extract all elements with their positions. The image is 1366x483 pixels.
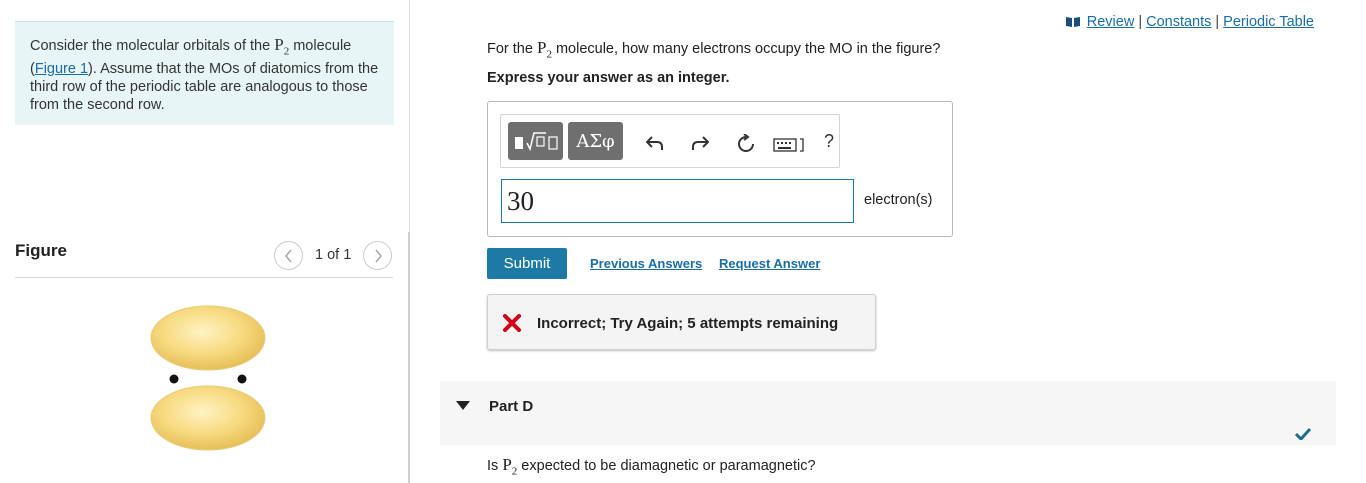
part-d-question-before: Is bbox=[487, 458, 503, 474]
part-d-header[interactable]: Part D bbox=[440, 381, 1336, 445]
intro-text-after: molecule bbox=[289, 38, 352, 54]
figure-pager-text: 1 of 1 bbox=[315, 247, 352, 263]
figure-title: Figure bbox=[15, 241, 67, 260]
figure-link[interactable]: Figure 1 bbox=[35, 61, 88, 77]
caret-down-icon bbox=[456, 401, 470, 410]
redo-icon[interactable] bbox=[691, 135, 709, 151]
resource-links: Review | Constants | Periodic Table bbox=[1065, 14, 1314, 30]
part-d-question: Is P2 expected to be diamagnetic or para… bbox=[487, 455, 816, 477]
formula-main: P bbox=[274, 35, 284, 54]
x-icon bbox=[503, 314, 521, 332]
previous-figure-button[interactable] bbox=[274, 241, 303, 270]
figure-header: Figure 1 of 1 bbox=[15, 237, 393, 278]
math-toolbar: ΑΣφ ? bbox=[500, 114, 840, 168]
symbols-button[interactable]: ΑΣφ bbox=[568, 122, 623, 160]
book-icon bbox=[1065, 17, 1080, 27]
answer-box: ΑΣφ ? 30 electron(s) bbox=[487, 101, 953, 237]
question-text: For the P2 molecule, how many electrons … bbox=[487, 38, 940, 60]
templates-icon bbox=[514, 132, 558, 152]
part-d-title: Part D bbox=[489, 398, 534, 415]
link-separator: | bbox=[1215, 14, 1220, 30]
nucleus-left bbox=[169, 374, 179, 384]
submit-button[interactable]: Submit bbox=[487, 248, 567, 279]
feedback-message: Incorrect; Try Again; 5 attempts remaini… bbox=[487, 294, 876, 350]
chevron-left-icon bbox=[284, 248, 292, 263]
formula-main: P bbox=[502, 455, 512, 474]
checkmark-icon bbox=[1295, 428, 1311, 440]
reset-icon[interactable] bbox=[736, 134, 756, 154]
question-formula: P2 bbox=[537, 38, 552, 60]
intro-text-before: Consider the molecular orbitals of the bbox=[30, 38, 275, 54]
intro-formula: P2 bbox=[274, 35, 289, 58]
question-after: molecule, how many electrons occupy the … bbox=[551, 41, 941, 57]
templates-button[interactable] bbox=[508, 122, 563, 160]
next-figure-button[interactable] bbox=[363, 241, 392, 270]
part-d-question-after: expected to be diamagnetic or paramagnet… bbox=[517, 458, 816, 474]
upper-lobe bbox=[150, 305, 266, 371]
feedback-text: Incorrect; Try Again; 5 attempts remaini… bbox=[537, 315, 839, 332]
problem-intro: Consider the molecular orbitals of the P… bbox=[15, 21, 394, 125]
periodic-table-link[interactable]: Periodic Table bbox=[1223, 14, 1314, 30]
help-button[interactable]: ? bbox=[824, 129, 834, 153]
nucleus-right bbox=[237, 374, 247, 384]
lower-lobe bbox=[150, 385, 266, 451]
answer-input[interactable]: 30 bbox=[501, 179, 854, 223]
answer-unit: electron(s) bbox=[864, 192, 933, 208]
keyboard-icon[interactable] bbox=[773, 137, 807, 153]
question-before: For the bbox=[487, 41, 537, 57]
answer-instruction: Express your answer as an integer. bbox=[487, 70, 730, 86]
column-divider-top bbox=[409, 0, 410, 232]
undo-icon[interactable] bbox=[646, 135, 664, 151]
constants-link[interactable]: Constants bbox=[1146, 14, 1211, 30]
molecular-orbital-figure bbox=[150, 305, 266, 451]
review-link[interactable]: Review bbox=[1087, 14, 1135, 30]
request-answer-link[interactable]: Request Answer bbox=[719, 256, 820, 271]
part-d-formula: P2 bbox=[502, 455, 517, 477]
link-separator: | bbox=[1138, 14, 1143, 30]
column-divider-bottom bbox=[408, 232, 410, 483]
previous-answers-link[interactable]: Previous Answers bbox=[590, 256, 702, 271]
chevron-right-icon bbox=[374, 248, 382, 263]
